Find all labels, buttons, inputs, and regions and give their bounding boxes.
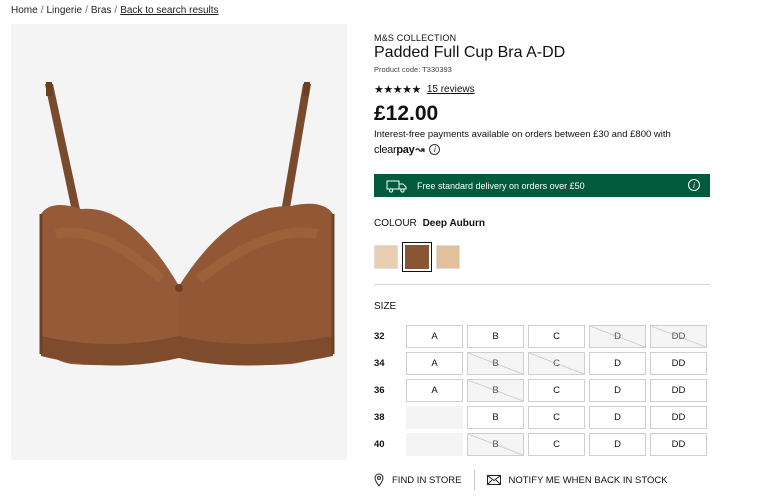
delivery-info-icon[interactable]: i: [688, 179, 700, 191]
size-38dd-button[interactable]: DD: [650, 406, 707, 429]
size-34a-button[interactable]: A: [406, 352, 463, 375]
size-34d-button[interactable]: D: [589, 352, 646, 375]
product-title: Padded Full Cup Bra A-DD: [374, 44, 566, 61]
band-size-label: 36: [374, 385, 385, 396]
find-in-store-button[interactable]: FIND IN STORE: [374, 473, 462, 487]
find-in-store-label: FIND IN STORE: [392, 474, 462, 486]
divider: [374, 284, 710, 285]
colour-label: COLOUR: [374, 218, 417, 229]
action-divider: [473, 470, 475, 490]
band-size-label: 40: [374, 439, 385, 450]
size-40dd-button[interactable]: DD: [650, 433, 707, 456]
delivery-banner: Free standard delivery on orders over £5…: [374, 174, 710, 197]
notify-me-button[interactable]: NOTIFY ME WHEN BACK IN STOCK: [486, 474, 668, 486]
size-36d-button[interactable]: D: [589, 379, 646, 402]
size-38b-button[interactable]: B: [467, 406, 524, 429]
size-36b-button[interactable]: B: [467, 379, 524, 402]
swatch-deep-auburn[interactable]: [402, 242, 432, 272]
breadcrumb-separator: /: [85, 5, 88, 16]
clearpay-logo-part: pay: [396, 144, 415, 156]
back-to-search-link[interactable]: Back to search results: [120, 5, 218, 16]
size-32a-button[interactable]: A: [406, 325, 463, 348]
size-row-38: 38 B C D DD: [374, 406, 714, 430]
envelope-icon: [486, 475, 501, 485]
size-36c-button[interactable]: C: [528, 379, 585, 402]
breadcrumb-separator: /: [40, 5, 44, 16]
breadcrumb-bras[interactable]: Bras: [91, 5, 112, 16]
swatch-light-beige[interactable]: [374, 245, 398, 269]
size-34c-button[interactable]: C: [528, 352, 585, 375]
product-code: Product code: T330393: [374, 65, 452, 74]
band-size-label: 32: [374, 331, 385, 342]
size-38a-unavailable: [406, 406, 463, 429]
size-36a-button[interactable]: A: [406, 379, 463, 402]
breadcrumb-separator: /: [114, 5, 118, 16]
clearpay-logo: clearpay↝: [374, 143, 425, 156]
size-row-36: 36 A B C D DD: [374, 379, 714, 403]
product-price: £12.00: [374, 102, 439, 125]
product-image[interactable]: [11, 24, 347, 460]
truck-icon: [386, 180, 407, 193]
star-rating-icon: ★★★★★: [374, 84, 421, 96]
location-pin-icon: [374, 473, 384, 487]
notify-me-label: NOTIFY ME WHEN BACK IN STOCK: [508, 474, 668, 486]
stock-actions: FIND IN STORE NOTIFY ME WHEN BACK IN STO…: [374, 470, 668, 490]
interest-free-text: Interest-free payments available on orde…: [374, 129, 671, 140]
size-32dd-button[interactable]: DD: [650, 325, 707, 348]
clearpay-arrow-icon: ↝: [415, 144, 425, 156]
swatch-almond[interactable]: [436, 245, 460, 269]
band-size-label: 38: [374, 412, 385, 423]
product-brand: M&S COLLECTION: [374, 33, 457, 43]
colour-selector-label: COLOUR Deep Auburn: [374, 218, 485, 229]
breadcrumb-lingerie[interactable]: Lingerie: [46, 5, 82, 16]
size-38c-button[interactable]: C: [528, 406, 585, 429]
reviews-link[interactable]: 15 reviews: [427, 84, 475, 95]
selected-colour-name: Deep Auburn: [422, 218, 485, 229]
breadcrumb-home[interactable]: Home: [11, 5, 38, 16]
bra-illustration: [39, 82, 335, 366]
size-label: SIZE: [374, 301, 397, 312]
breadcrumb: Home / Lingerie / Bras / Back to search result…: [11, 5, 219, 16]
size-34b-button[interactable]: B: [467, 352, 524, 375]
clearpay: clearpay↝ i: [374, 143, 441, 156]
colour-swatches: [374, 242, 460, 272]
size-row-34: 34 A B C D DD: [374, 352, 714, 376]
size-32b-button[interactable]: B: [467, 325, 524, 348]
band-size-label: 34: [374, 358, 385, 369]
size-32d-button[interactable]: D: [589, 325, 646, 348]
size-32c-button[interactable]: C: [528, 325, 585, 348]
size-40a-unavailable: [406, 433, 463, 456]
size-36dd-button[interactable]: DD: [650, 379, 707, 402]
clearpay-logo-part: clear: [374, 144, 397, 156]
size-34dd-button[interactable]: DD: [650, 352, 707, 375]
size-40d-button[interactable]: D: [589, 433, 646, 456]
size-38d-button[interactable]: D: [589, 406, 646, 429]
size-row-32: 32 A B C D DD: [374, 325, 714, 349]
clearpay-info-icon[interactable]: i: [429, 144, 441, 155]
size-row-40: 40 B C D DD: [374, 433, 714, 457]
size-40b-button[interactable]: B: [467, 433, 524, 456]
rating: ★★★★★ 15 reviews: [374, 83, 475, 96]
size-40c-button[interactable]: C: [528, 433, 585, 456]
delivery-message: Free standard delivery on orders over £5…: [417, 180, 585, 191]
